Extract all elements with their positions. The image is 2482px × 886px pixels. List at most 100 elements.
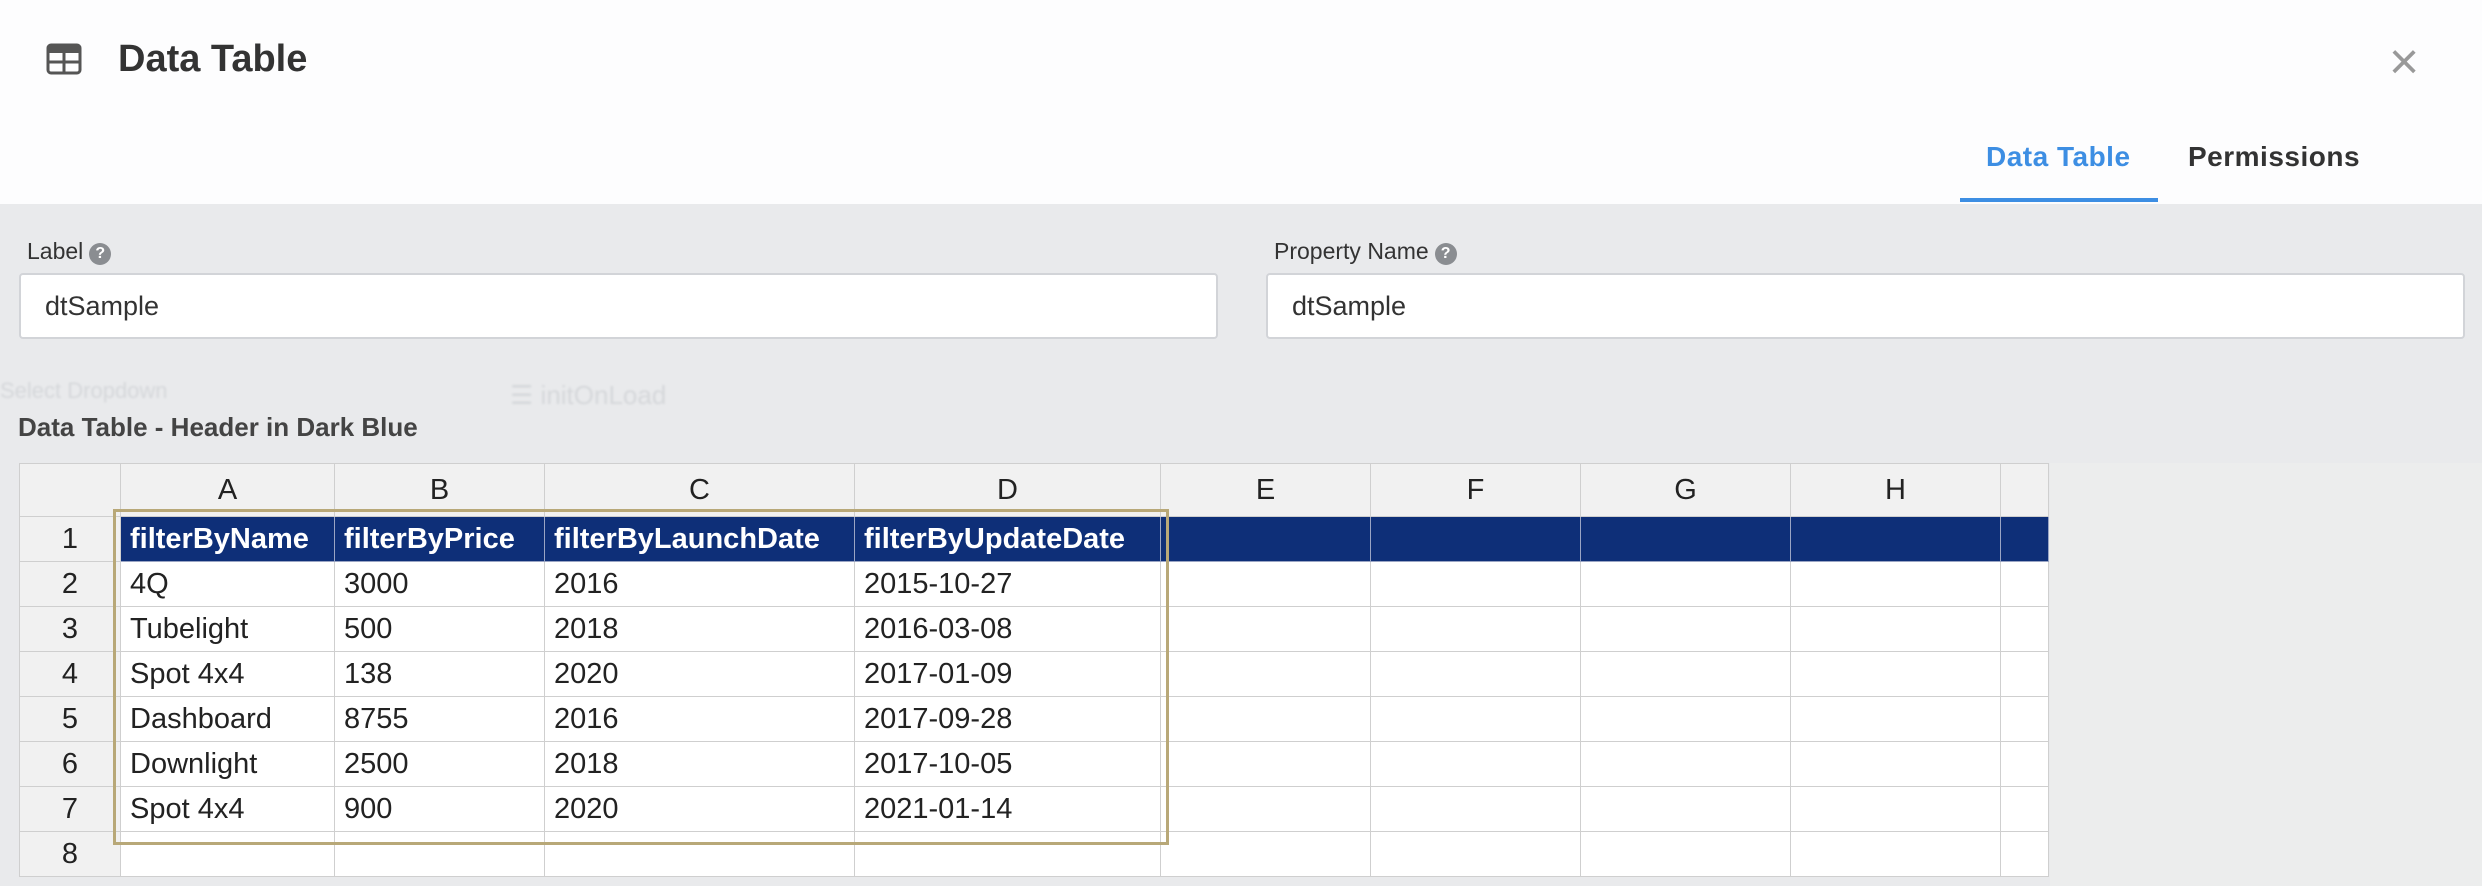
header-cell[interactable]: filterByUpdateDate	[854, 516, 1161, 562]
row-number[interactable]: 5	[19, 696, 121, 742]
column-header-d[interactable]: D	[854, 463, 1161, 517]
table-cell[interactable]	[1160, 561, 1371, 607]
column-header-extra[interactable]	[2000, 463, 2049, 517]
table-cell[interactable]	[1160, 831, 1371, 877]
help-icon[interactable]: ?	[89, 243, 112, 265]
table-cell[interactable]: 2016	[544, 696, 855, 742]
table-cell[interactable]	[1160, 606, 1371, 652]
tab-data-table[interactable]: Data Table	[1986, 140, 2131, 174]
table-cell[interactable]	[2000, 606, 2049, 652]
header-cell[interactable]	[1790, 516, 2001, 562]
table-cell[interactable]	[1580, 651, 1791, 697]
row-number[interactable]: 4	[19, 651, 121, 697]
table-cell[interactable]	[1580, 831, 1791, 877]
corner-cell[interactable]	[19, 463, 121, 517]
table-cell[interactable]: 4Q	[120, 561, 335, 607]
table-cell[interactable]	[1160, 696, 1371, 742]
table-cell[interactable]: 3000	[334, 561, 545, 607]
table-cell[interactable]	[2000, 651, 2049, 697]
header-cell[interactable]: filterByLaunchDate	[544, 516, 855, 562]
table-cell[interactable]	[1370, 696, 1581, 742]
table-cell[interactable]	[1370, 786, 1581, 832]
table-cell[interactable]	[1580, 606, 1791, 652]
table-cell[interactable]	[1790, 606, 2001, 652]
row-number[interactable]: 1	[19, 516, 121, 562]
close-icon[interactable]: ×	[2382, 36, 2426, 88]
table-cell[interactable]: 8755	[334, 696, 545, 742]
column-header-h[interactable]: H	[1790, 463, 2001, 517]
table-cell[interactable]: 2021-01-14	[854, 786, 1161, 832]
column-header-c[interactable]: C	[544, 463, 855, 517]
table-cell[interactable]	[1580, 741, 1791, 787]
table-cell[interactable]	[334, 831, 545, 877]
table-cell[interactable]	[1790, 831, 2001, 877]
table-cell[interactable]: Downlight	[120, 741, 335, 787]
table-cell[interactable]	[1790, 696, 2001, 742]
table-cell[interactable]	[1370, 741, 1581, 787]
header-cell[interactable]: filterByPrice	[334, 516, 545, 562]
table-cell[interactable]	[1370, 831, 1581, 877]
table-cell[interactable]	[1790, 741, 2001, 787]
table-cell[interactable]	[1160, 741, 1371, 787]
column-header-g[interactable]: G	[1580, 463, 1791, 517]
header-cell[interactable]	[1580, 516, 1791, 562]
header-cell[interactable]	[1370, 516, 1581, 562]
row-number[interactable]: 3	[19, 606, 121, 652]
table-cell[interactable]: 2020	[544, 786, 855, 832]
table-cell[interactable]: Tubelight	[120, 606, 335, 652]
table-cell[interactable]	[1580, 561, 1791, 607]
table-cell[interactable]	[854, 831, 1161, 877]
column-header-f[interactable]: F	[1370, 463, 1581, 517]
table-cell[interactable]: 2500	[334, 741, 545, 787]
table-cell[interactable]: 2017-10-05	[854, 741, 1161, 787]
column-header-e[interactable]: E	[1160, 463, 1371, 517]
table-cell[interactable]: 2017-01-09	[854, 651, 1161, 697]
table-cell[interactable]	[1790, 561, 2001, 607]
table-cell[interactable]	[1160, 786, 1371, 832]
table-cell[interactable]	[2000, 696, 2049, 742]
table-cell[interactable]	[1790, 651, 2001, 697]
table-cell[interactable]: Spot 4x4	[120, 786, 335, 832]
table-cell[interactable]: Dashboard	[120, 696, 335, 742]
table-cell[interactable]: 2016	[544, 561, 855, 607]
table-cell[interactable]	[1370, 606, 1581, 652]
header-cell[interactable]	[2000, 516, 2049, 562]
table-cell[interactable]: 2018	[544, 606, 855, 652]
table-cell[interactable]	[2000, 561, 2049, 607]
table-cell[interactable]	[120, 831, 335, 877]
table-cell[interactable]: 500	[334, 606, 545, 652]
table-cell[interactable]	[2000, 786, 2049, 832]
label-input[interactable]	[19, 273, 1218, 339]
table-cell[interactable]	[1160, 651, 1371, 697]
column-header-b[interactable]: B	[334, 463, 545, 517]
table-cell[interactable]: 2017-09-28	[854, 696, 1161, 742]
help-icon[interactable]: ?	[1434, 243, 1457, 265]
row-number[interactable]: 6	[19, 741, 121, 787]
data-table-section-title: Data Table - Header in Dark Blue	[18, 412, 418, 442]
property-name-input[interactable]	[1266, 273, 2465, 339]
table-cell[interactable]	[1370, 561, 1581, 607]
row-number[interactable]: 8	[19, 831, 121, 877]
table-cell[interactable]	[1370, 651, 1581, 697]
row-number[interactable]: 7	[19, 786, 121, 832]
tab-permissions[interactable]: Permissions	[2188, 140, 2360, 174]
table-cell[interactable]: 2015-10-27	[854, 561, 1161, 607]
table-row: 3 Tubelight 500 2018 2016-03-08	[19, 606, 2049, 652]
table-cell[interactable]: Spot 4x4	[120, 651, 335, 697]
header-cell[interactable]	[1160, 516, 1371, 562]
spreadsheet-grid[interactable]: A B C D E F G H 1 filterByName filterByP…	[19, 463, 2049, 877]
header-cell[interactable]: filterByName	[120, 516, 335, 562]
table-cell[interactable]: 900	[334, 786, 545, 832]
table-cell[interactable]: 2018	[544, 741, 855, 787]
table-cell[interactable]	[2000, 741, 2049, 787]
table-cell[interactable]	[1580, 696, 1791, 742]
table-cell[interactable]: 2020	[544, 651, 855, 697]
table-cell[interactable]	[1580, 786, 1791, 832]
table-cell[interactable]	[2000, 831, 2049, 877]
column-header-a[interactable]: A	[120, 463, 335, 517]
row-number[interactable]: 2	[19, 561, 121, 607]
table-cell[interactable]	[544, 831, 855, 877]
table-cell[interactable]: 138	[334, 651, 545, 697]
table-cell[interactable]	[1790, 786, 2001, 832]
table-cell[interactable]: 2016-03-08	[854, 606, 1161, 652]
